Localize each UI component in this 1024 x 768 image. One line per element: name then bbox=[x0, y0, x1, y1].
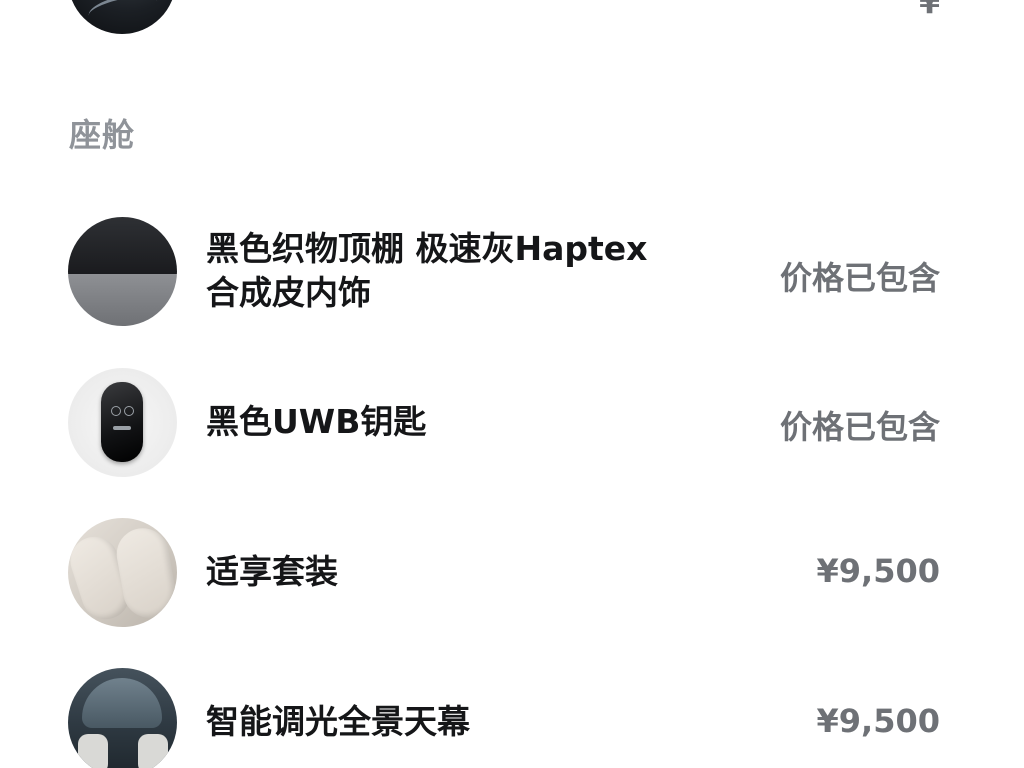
option-price: ¥9,500 bbox=[816, 702, 940, 740]
option-price: 价格已包含 bbox=[779, 408, 940, 446]
panoramic-roof-icon bbox=[68, 668, 177, 768]
option-name: 黑色织物顶棚 极速灰Haptex 合成皮内饰 bbox=[206, 227, 706, 315]
option-name: 智能调光全景天幕 bbox=[206, 702, 470, 741]
option-item-panoramic-roof[interactable]: 智能调光全景天幕 ¥9,500 bbox=[0, 668, 1024, 768]
option-list-page: ¥ 座舱 黑色织物顶棚 极速灰Haptex 合成皮内饰 价格已包含 黑色UWB钥… bbox=[0, 0, 1024, 768]
option-item-uwb-key[interactable]: 黑色UWB钥匙 价格已包含 bbox=[0, 368, 1024, 478]
option-price: ¥9,500 bbox=[816, 552, 940, 590]
option-name-line1: 黑色织物顶棚 极速灰Haptex bbox=[206, 229, 648, 268]
key-fob-icon bbox=[68, 368, 177, 477]
comfort-seat-icon bbox=[68, 518, 177, 627]
option-name: 黑色UWB钥匙 bbox=[206, 402, 427, 441]
option-name-line2: 合成皮内饰 bbox=[206, 273, 371, 312]
option-name: 适享套装 bbox=[206, 552, 338, 591]
option-price: 价格已包含 bbox=[779, 259, 940, 297]
previous-option-thumbnail bbox=[68, 0, 176, 34]
option-item-comfort-package[interactable]: 适享套装 ¥9,500 bbox=[0, 518, 1024, 628]
previous-option-price: ¥ bbox=[919, 0, 940, 21]
option-item-headliner-interior[interactable]: 黑色织物顶棚 极速灰Haptex 合成皮内饰 价格已包含 bbox=[0, 217, 1024, 327]
headliner-swatch-icon bbox=[68, 217, 177, 326]
section-title: 座舱 bbox=[69, 116, 136, 154]
